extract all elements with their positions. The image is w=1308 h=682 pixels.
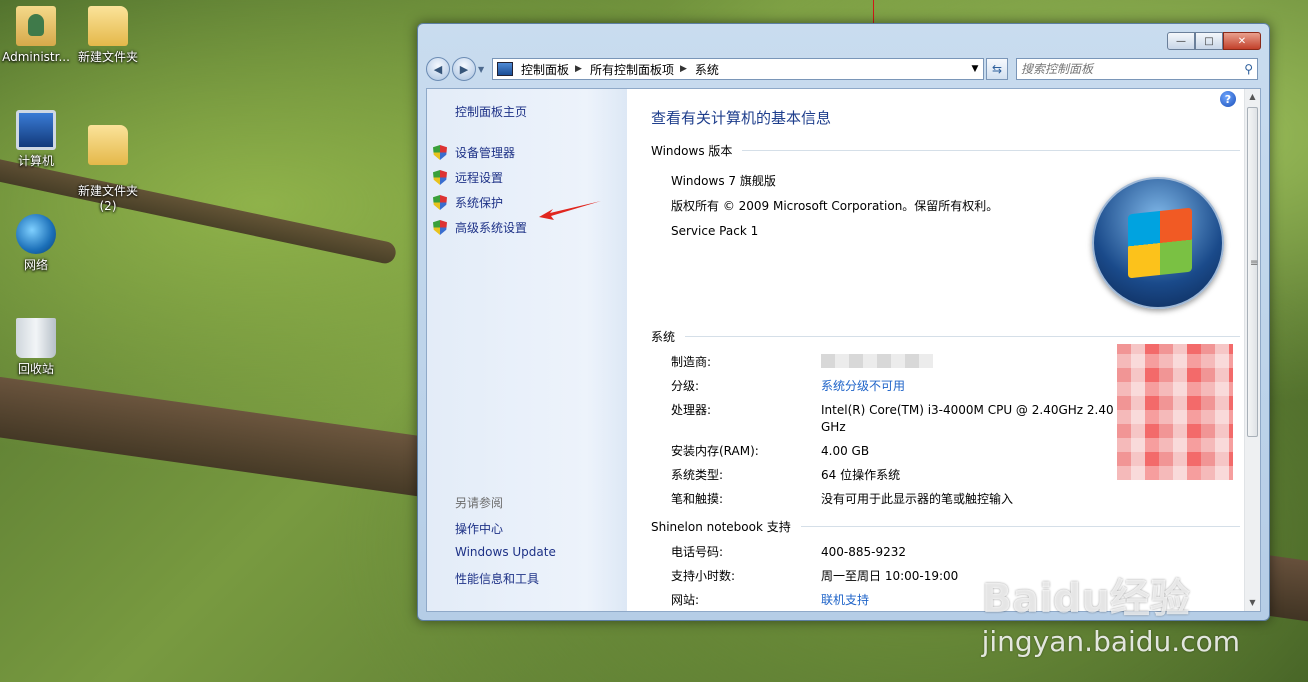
- refresh-icon: ⇆: [991, 62, 1003, 76]
- watermark-url: jingyan.baidu.com: [981, 625, 1240, 658]
- computer-icon: [16, 110, 56, 150]
- support-section-heading: Shinelon notebook 支持: [651, 518, 1260, 535]
- uac-shield-icon: [433, 145, 447, 160]
- scroll-down-icon[interactable]: ▼: [1245, 595, 1260, 611]
- redacted-manufacturer: [821, 354, 933, 368]
- maximize-button[interactable]: □: [1195, 32, 1223, 50]
- uac-shield-icon: [433, 195, 447, 210]
- navigation-bar: ◀ ▶ ▼ 控制面板 ▶ 所有控制面板项 ▶ 系统 ▼ ⇆ ⚲: [426, 56, 1261, 82]
- control-panel-icon: [497, 62, 513, 76]
- rating-link[interactable]: 系统分级不可用: [821, 378, 1121, 399]
- link-windows-update[interactable]: Windows Update: [455, 545, 556, 570]
- window-controls: — □ ✕: [1167, 32, 1261, 50]
- link-action-center[interactable]: 操作中心: [455, 520, 556, 545]
- desktop-icon-label: 新建文件夹: [77, 50, 138, 64]
- task-label: 设备管理器: [455, 146, 516, 160]
- system-window: — □ ✕ ◀ ▶ ▼ 控制面板 ▶ 所有控制面板项 ▶ 系统 ▼ ⇆ ⚲ 控制…: [417, 23, 1270, 621]
- uac-shield-icon: [433, 170, 447, 185]
- watermark-logo-text: Baidu经验: [981, 576, 1190, 622]
- minimize-button[interactable]: —: [1167, 32, 1195, 50]
- desktop-icon-network[interactable]: 网络: [0, 214, 72, 273]
- network-globe-icon: [16, 214, 56, 254]
- search-input[interactable]: [1021, 62, 1245, 76]
- folder-icon: [88, 6, 128, 46]
- see-also-heading: 另请参阅: [455, 496, 504, 510]
- desktop-icon-new-folder-2[interactable]: 新建文件夹 (2): [72, 110, 144, 214]
- baidu-watermark: Baidu经验 jingyan.baidu.com: [982, 579, 1240, 658]
- control-panel-home-link[interactable]: 控制面板主页: [455, 103, 627, 120]
- row-pen-touch: 笔和触摸: 没有可用于此显示器的笔或触控输入: [671, 492, 1014, 506]
- refresh-button[interactable]: ⇆: [986, 58, 1008, 80]
- folder-icon: [88, 125, 128, 165]
- task-label: 高级系统设置: [455, 221, 528, 235]
- close-button[interactable]: ✕: [1223, 32, 1261, 50]
- task-device-manager[interactable]: 设备管理器: [433, 140, 627, 165]
- link-performance-info[interactable]: 性能信息和工具: [455, 570, 556, 595]
- desktop-icon-label: Administr...: [2, 50, 70, 64]
- desktop-icon-label: 计算机: [17, 154, 54, 168]
- vertical-scrollbar[interactable]: ▲ ▼: [1244, 89, 1260, 611]
- scroll-thumb[interactable]: [1247, 107, 1258, 437]
- windows-logo: [1092, 177, 1224, 309]
- windows-flag-icon: [1128, 207, 1192, 279]
- annotation-line: [873, 0, 874, 23]
- system-info-pane: ? 查看有关计算机的基本信息 Windows 版本 Windows 7 旗舰版 …: [627, 89, 1260, 611]
- task-label: 远程设置: [455, 171, 504, 185]
- window-content: 控制面板主页 设备管理器 远程设置 系统保护 高级系统设置 另请参阅 操作中心 …: [426, 88, 1261, 612]
- back-button[interactable]: ◀: [426, 57, 450, 81]
- desktop-icon-computer[interactable]: 计算机: [0, 110, 72, 169]
- see-also-section: 另请参阅 操作中心 Windows Update 性能信息和工具: [455, 494, 556, 595]
- recycle-bin-icon: [16, 318, 56, 358]
- desktop-icon-label: 网络: [23, 258, 48, 272]
- red-arrow-annotation: [539, 201, 601, 220]
- search-icon[interactable]: ⚲: [1244, 62, 1253, 76]
- search-box[interactable]: ⚲: [1016, 58, 1258, 80]
- page-title: 查看有关计算机的基本信息: [651, 109, 832, 127]
- breadcrumb-all-items[interactable]: 所有控制面板项: [590, 61, 674, 78]
- forward-button[interactable]: ▶: [452, 57, 476, 81]
- desktop-icon-recycle-bin[interactable]: 回收站: [0, 318, 72, 377]
- desktop-icon-label: 新建文件夹 (2): [77, 184, 138, 213]
- recent-pages-dropdown[interactable]: ▼: [478, 65, 488, 74]
- system-section-heading: 系统: [651, 328, 1260, 345]
- chevron-right-icon[interactable]: ▶: [680, 64, 687, 74]
- task-remote-settings[interactable]: 远程设置: [433, 165, 627, 190]
- scroll-up-icon[interactable]: ▲: [1245, 89, 1260, 105]
- task-pane: 控制面板主页 设备管理器 远程设置 系统保护 高级系统设置 另请参阅 操作中心 …: [427, 89, 627, 611]
- pixelated-oem-logo: [1117, 344, 1233, 480]
- chevron-down-icon[interactable]: ▼: [967, 64, 983, 74]
- breadcrumb-control-panel[interactable]: 控制面板: [521, 61, 569, 78]
- edition-section-heading: Windows 版本: [651, 142, 1260, 159]
- desktop-icon-label: 回收站: [17, 362, 54, 376]
- task-label: 系统保护: [455, 196, 504, 210]
- chevron-right-icon[interactable]: ▶: [575, 64, 582, 74]
- desktop-icon-administrator[interactable]: Administr...: [0, 6, 72, 65]
- row-phone: 电话号码: 400-885-9232: [671, 545, 907, 559]
- breadcrumb-system[interactable]: 系统: [695, 61, 719, 78]
- help-icon[interactable]: ?: [1220, 91, 1236, 107]
- uac-shield-icon: [433, 220, 447, 235]
- user-folder-icon: [16, 6, 56, 46]
- address-bar[interactable]: 控制面板 ▶ 所有控制面板项 ▶ 系统 ▼: [492, 58, 984, 80]
- desktop-icon-new-folder[interactable]: 新建文件夹: [72, 6, 144, 65]
